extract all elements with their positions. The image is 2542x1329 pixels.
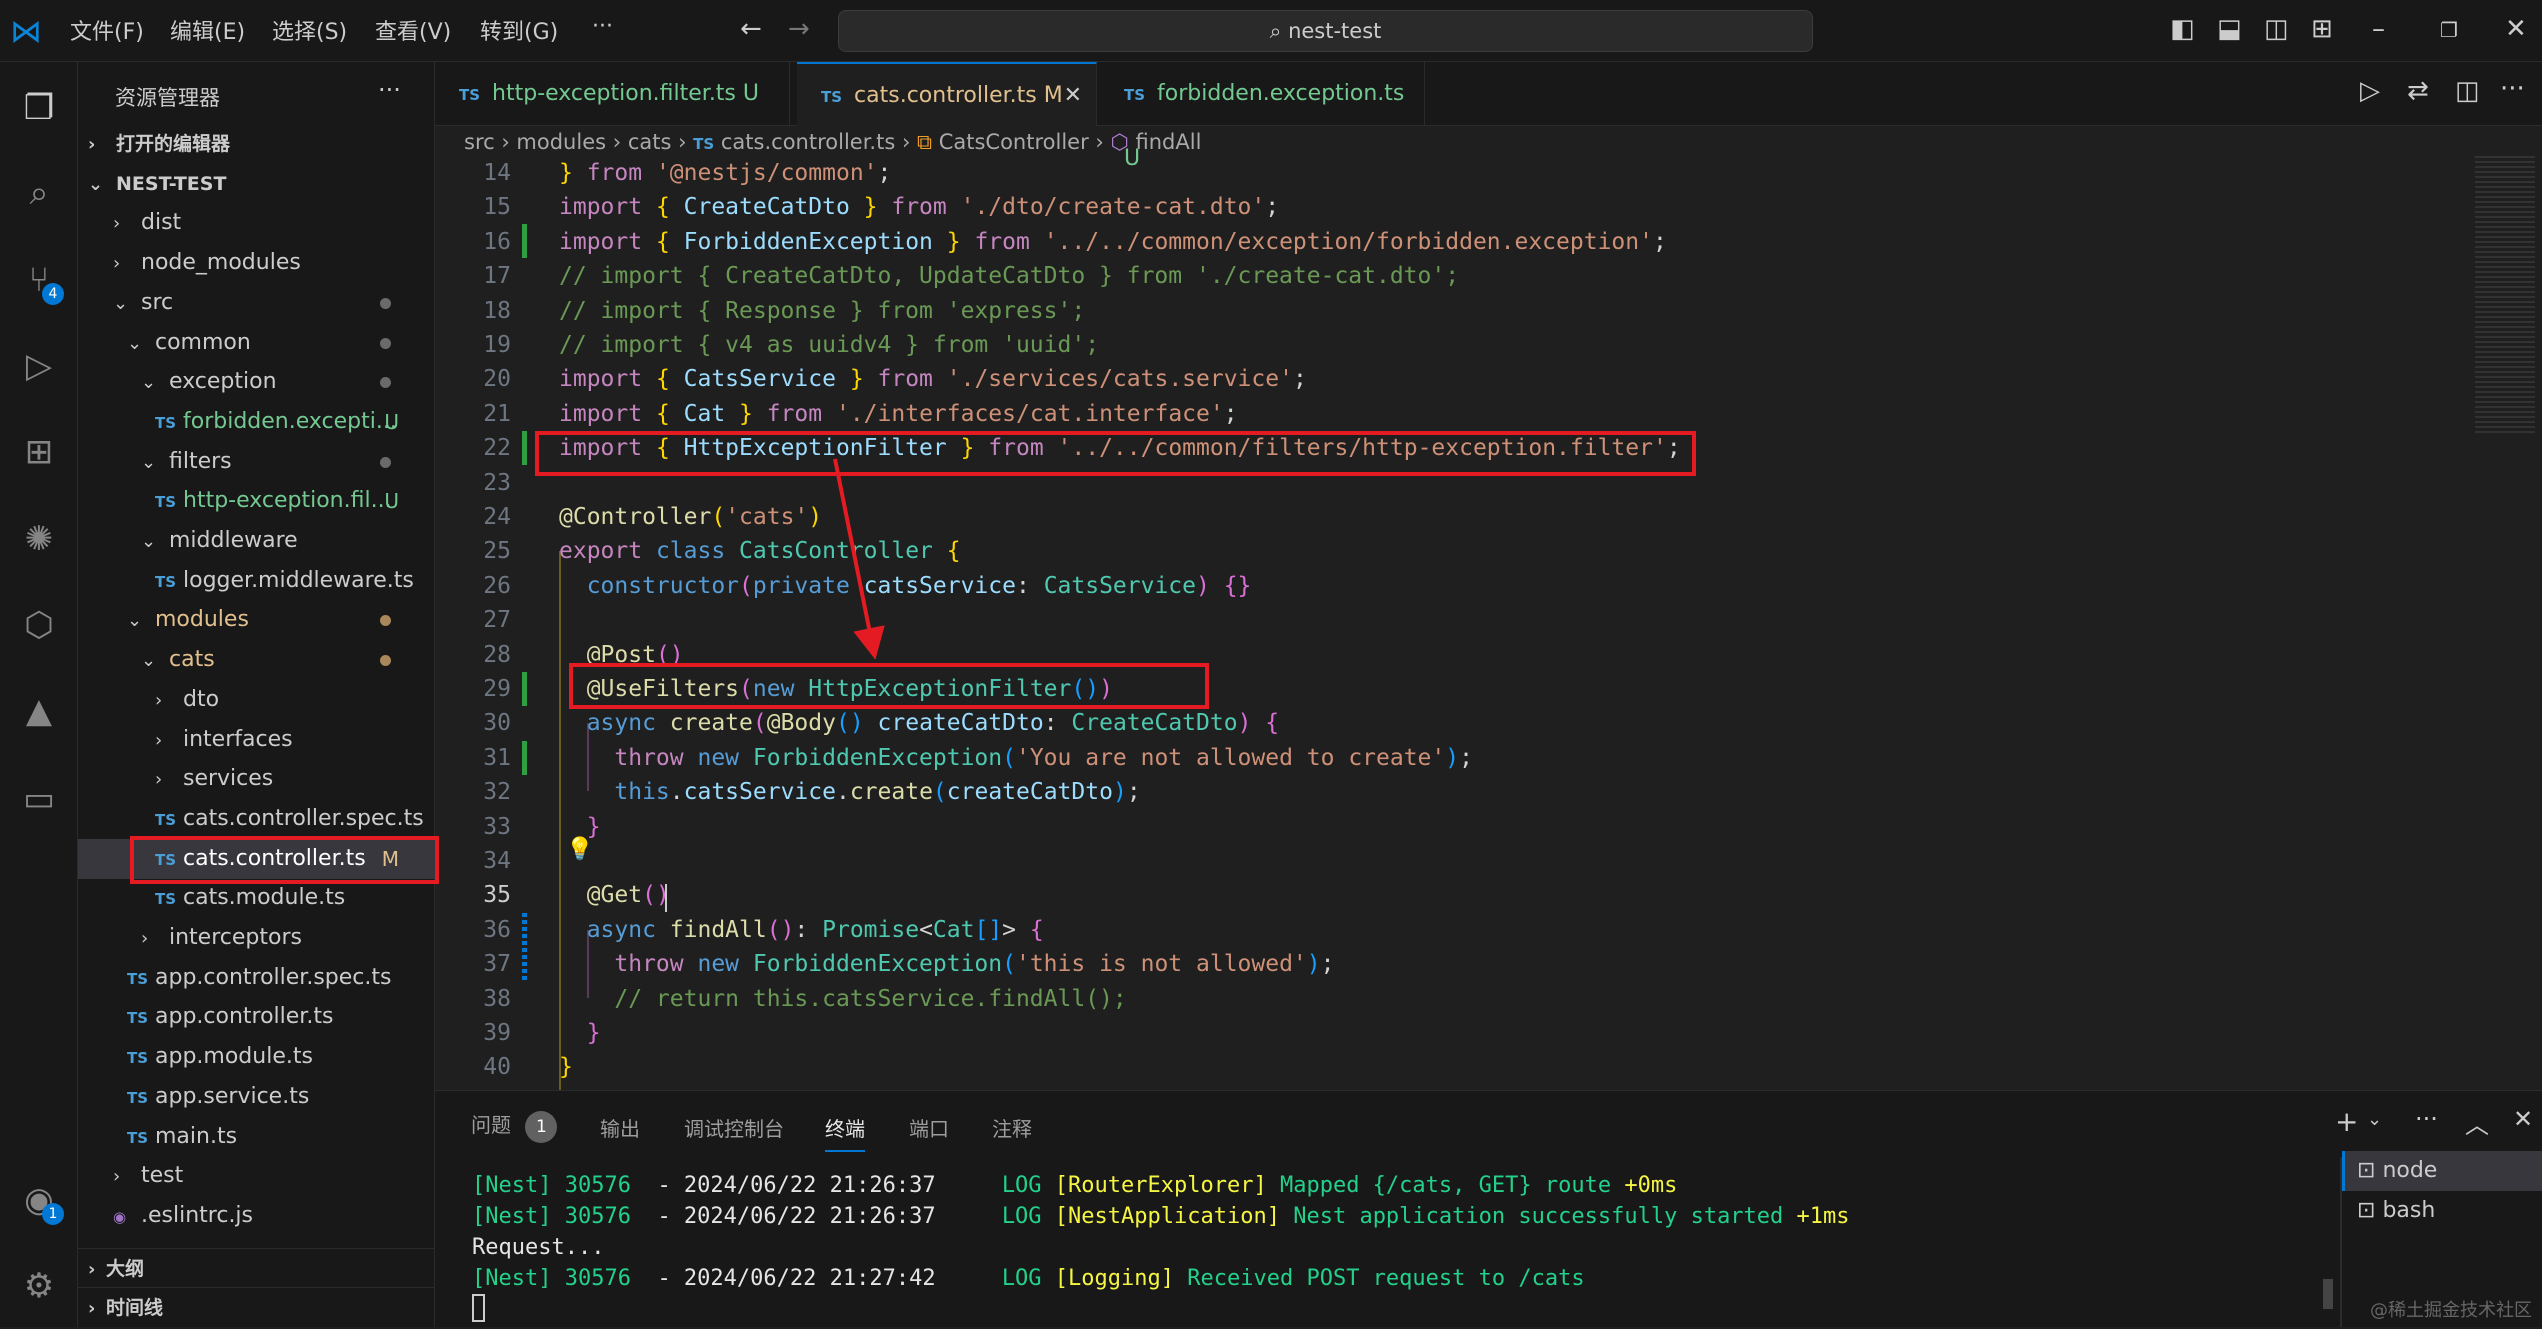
panel-tab-terminal[interactable]: 终端	[825, 1113, 865, 1152]
terminal-token: - 2024/06/22 21:26:37	[657, 1204, 1002, 1229]
arrow-line	[833, 458, 885, 660]
panel-tab-debug-console[interactable]: 调试控制台	[684, 1113, 784, 1142]
panel-tab-ports[interactable]: 端口	[909, 1113, 949, 1142]
chevron-down-icon[interactable]: ⌄	[2367, 1109, 2382, 1130]
terminal-token: - 2024/06/22 21:26:37	[657, 1173, 1002, 1198]
watermark: @稀土掘金技术社区	[2370, 1300, 2532, 1321]
terminal-token: - 2024/06/22 21:27:42	[657, 1266, 1002, 1291]
terminal-token: [Logging]	[1054, 1266, 1188, 1291]
terminal-line: Request...	[472, 1232, 1850, 1263]
terminal-line: [Nest] 30576 - 2024/06/22 21:26:37 LOG […	[472, 1170, 1850, 1201]
panel-tab-output[interactable]: 输出	[600, 1113, 640, 1142]
terminal-line: [Nest] 30576 - 2024/06/22 21:27:42 LOG […	[472, 1263, 1850, 1294]
terminal-token: [Nest] 30576	[472, 1204, 658, 1229]
more-actions-icon[interactable]: ···	[2415, 1105, 2438, 1133]
maximize-panel-icon[interactable]: ︿	[2465, 1105, 2489, 1140]
terminal-token: Nest application successfully started	[1293, 1204, 1797, 1229]
terminal-icon: ⊡	[2357, 1198, 2383, 1223]
terminal-token: [NestApplication]	[1054, 1204, 1294, 1229]
terminal-scrollbar[interactable]	[2323, 1279, 2333, 1309]
tab-label: 问题	[471, 1113, 511, 1137]
close-panel-icon[interactable]: ✕	[2513, 1105, 2533, 1133]
terminal-token: +1ms	[1796, 1204, 1850, 1229]
terminal-token: [Nest] 30576	[472, 1266, 658, 1291]
terminal-token: +0ms	[1624, 1173, 1678, 1198]
terminal-icon: ⊡	[2357, 1158, 2383, 1183]
terminal-token: LOG	[1001, 1173, 1055, 1198]
terminal-item-bash[interactable]: ⊡ bash	[2342, 1191, 2542, 1231]
panel-tab-problems[interactable]: 问题 1	[471, 1109, 558, 1143]
terminal-output[interactable]: [Nest] 30576 - 2024/06/22 21:26:37 LOG […	[472, 1170, 1850, 1322]
terminal-label: bash	[2382, 1198, 2436, 1223]
problems-badge: 1	[525, 1111, 558, 1143]
panel-tab-comments[interactable]: 注释	[992, 1113, 1032, 1142]
terminal-token: Request...	[472, 1235, 605, 1260]
terminal-token: Received POST request to /cats	[1187, 1266, 1585, 1291]
terminal-label: node	[2382, 1158, 2438, 1183]
terminal-token: [RouterExplorer]	[1054, 1173, 1280, 1198]
terminal-token: LOG	[1001, 1266, 1055, 1291]
terminal-line: [Nest] 30576 - 2024/06/22 21:26:37 LOG […	[472, 1201, 1850, 1232]
new-terminal-icon[interactable]: +	[2335, 1105, 2358, 1138]
terminal-cursor	[472, 1294, 485, 1322]
terminal-token: Mapped {/cats, GET} route	[1279, 1173, 1625, 1198]
terminal-item-node[interactable]: ⊡ node	[2342, 1151, 2542, 1191]
terminal-token: [Nest] 30576	[472, 1173, 658, 1198]
terminal-token: LOG	[1001, 1204, 1055, 1229]
